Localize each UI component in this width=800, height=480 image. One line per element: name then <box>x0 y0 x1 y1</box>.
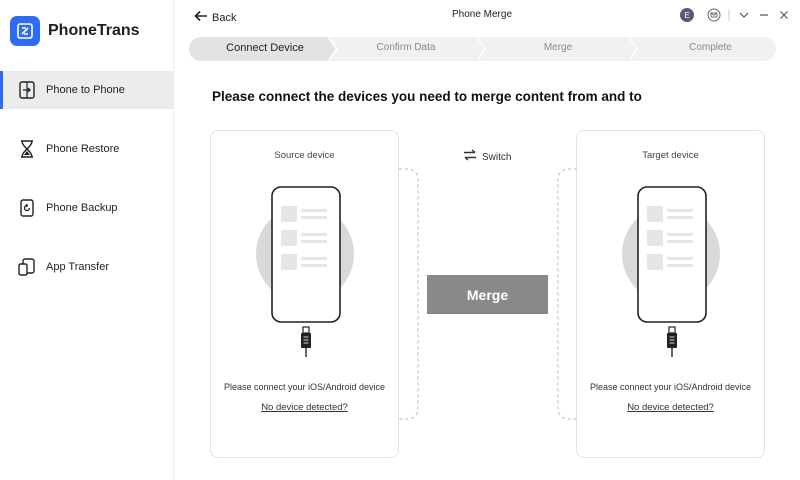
phonetrans-logo-icon <box>10 16 40 46</box>
switch-button[interactable]: Switch <box>463 148 511 166</box>
arrow-left-icon <box>194 9 208 27</box>
back-button[interactable]: Back <box>194 9 236 27</box>
close-icon[interactable] <box>776 7 792 23</box>
progress-steps: Connect Device Confirm Data Merge Comple… <box>189 37 776 61</box>
source-no-device-link[interactable]: No device detected? <box>211 402 398 413</box>
feedback-icon[interactable] <box>706 7 722 23</box>
left-connector-line <box>399 168 419 420</box>
phone-illustration-icon <box>622 186 720 357</box>
brand: PhoneTrans <box>10 16 140 46</box>
target-device-card: Target device Please connect your iOS/An… <box>576 130 765 458</box>
sidebar: PhoneTrans Phone to Phone Phone Restore <box>0 0 174 480</box>
sidebar-item-label: App Transfer <box>46 261 109 273</box>
window-title: Phone Merge <box>451 9 513 20</box>
backup-icon <box>16 197 38 219</box>
app-transfer-icon <box>16 256 38 278</box>
right-connector-line <box>557 168 577 420</box>
step-merge: Merge <box>543 42 573 53</box>
sidebar-nav: Phone to Phone Phone Restore Phone Backu… <box>0 71 174 307</box>
app-name: PhoneTrans <box>48 22 140 39</box>
sidebar-item-label: Phone to Phone <box>46 84 125 96</box>
step-confirm-data: Confirm Data <box>376 42 436 53</box>
target-device-message: Please connect your iOS/Android device <box>589 382 752 392</box>
sidebar-item-app-transfer[interactable]: App Transfer <box>0 248 174 286</box>
chevron-down-icon[interactable] <box>736 7 752 23</box>
sidebar-item-phone-restore[interactable]: Phone Restore <box>0 130 174 168</box>
page-headline: Please connect the devices you need to m… <box>212 89 642 104</box>
back-label: Back <box>212 12 237 24</box>
sidebar-item-label: Phone Backup <box>46 202 118 214</box>
hourglass-icon <box>16 138 38 160</box>
minimize-icon[interactable] <box>756 7 772 23</box>
phone-to-phone-icon <box>16 79 38 101</box>
sidebar-item-label: Phone Restore <box>46 143 120 155</box>
step-connect-device: Connect Device <box>226 42 304 54</box>
swap-arrows-icon <box>463 148 477 166</box>
source-device-title: Source device <box>274 150 335 161</box>
phone-illustration-icon <box>256 186 354 357</box>
target-no-device-link[interactable]: No device detected? <box>577 402 764 413</box>
sidebar-item-phone-to-phone[interactable]: Phone to Phone <box>0 71 174 109</box>
target-device-title: Target device <box>642 150 699 161</box>
step-complete: Complete <box>689 42 732 53</box>
avatar[interactable]: E <box>680 8 694 22</box>
source-device-message: Please connect your iOS/Android device <box>223 382 386 392</box>
switch-label: Switch <box>482 151 512 163</box>
source-device-card: Source device Please connect your iOS/An… <box>210 130 399 458</box>
divider <box>726 7 732 23</box>
sidebar-item-phone-backup[interactable]: Phone Backup <box>0 189 174 227</box>
window-controls: E <box>680 7 792 23</box>
merge-button[interactable]: Merge <box>427 275 548 314</box>
